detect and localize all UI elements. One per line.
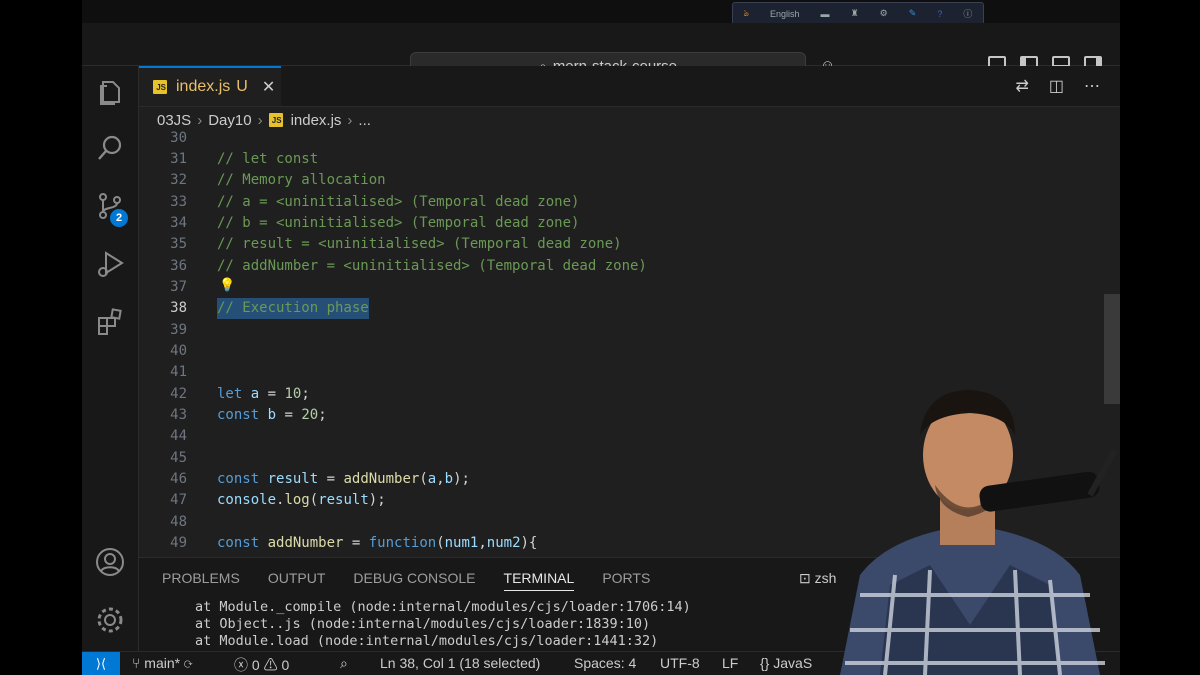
cursor-position[interactable]: Ln 38, Col 1 (18 selected) [380,655,540,671]
breadcrumb: 03JS › Day10 › JS index.js › ... [157,109,371,131]
explorer-icon[interactable] [94,76,126,108]
tab-modified-indicator: U [236,78,248,95]
language-toolbar[interactable]: ঌ English ▬ ♜ ⚙ ✎ ? ⓘ [732,2,984,25]
code-line[interactable]: 41 [139,362,1099,383]
zoom-icon[interactable]: ⌕ [340,655,348,672]
gear-icon[interactable]: ⚙ [880,8,888,19]
code-line[interactable]: 31// let const [139,149,1099,170]
compare-changes-icon[interactable]: ⇄ [1015,76,1028,96]
branch-indicator[interactable]: ⑂ main* ⟳ [132,655,192,671]
end-of-line[interactable]: LF [722,655,738,671]
code-line[interactable]: 39 [139,320,1099,341]
tab-output[interactable]: OUTPUT [268,570,326,591]
panel-tabs: PROBLEMS OUTPUT DEBUG CONSOLE TERMINAL P… [162,570,650,591]
chevron-right-icon: › [197,111,203,129]
code-text: const b = 20; [217,407,327,423]
lightbulb-icon[interactable]: 💡 [219,278,235,293]
terminal-line: at Object..js (node:internal/modules/cjs… [195,616,651,632]
code-line[interactable]: 36// addNumber = <uninitialised> (Tempor… [139,256,1099,277]
code-text: console.log(result); [217,492,386,508]
warning-icon: ⚠ [263,657,282,673]
terminal-line: at Module._compile (node:internal/module… [195,599,691,615]
code-line[interactable]: 30 [139,130,1099,149]
code-line[interactable]: 35// result = <uninitialised> (Temporal … [139,234,1099,255]
chevron-right-icon: › [347,111,353,129]
tab-problems[interactable]: PROBLEMS [162,570,240,591]
app-icon[interactable]: ঌ [744,6,749,21]
code-text: const result = addNumber(a,b); [217,471,470,487]
terminal-line: at Module.load (node:internal/modules/cj… [195,633,659,649]
code-line-current[interactable]: 38// Execution phase [139,298,1099,319]
code-line[interactable]: 34// b = <uninitialised> (Temporal dead … [139,213,1099,234]
error-icon: ⓧ [234,657,252,673]
pen-icon[interactable]: ✎ [909,8,917,19]
tab-label: index.js [176,78,231,95]
tab-terminal[interactable]: TERMINAL [503,570,575,591]
selected-text: // Execution phase [217,298,369,319]
code-line[interactable]: 37 [139,277,1099,298]
presenter-webcam-image [840,390,1118,675]
code-text: const addNumber = function(num1,num2){ [217,535,538,551]
indentation[interactable]: Spaces: 4 [574,655,636,671]
keyboard-icon[interactable]: ▬ [821,9,830,19]
black-border [1120,0,1200,675]
source-control-badge: 2 [110,209,128,227]
breadcrumb-item[interactable]: 03JS [157,112,191,129]
tab-index-js[interactable]: JS index.js U ✕ [139,66,281,106]
code-line[interactable]: 33// a = <uninitialised> (Temporal dead … [139,192,1099,213]
code-text: let a = 10; [217,386,310,402]
top-strip: ঌ English ▬ ♜ ⚙ ✎ ? ⓘ [82,0,1120,25]
js-file-icon: JS [153,80,167,94]
activity-bar: 2 [82,66,139,651]
chevron-right-icon: › [257,111,263,129]
sync-icon: ⟳ [183,655,193,671]
run-debug-icon[interactable] [94,248,126,280]
terminal-icon: ⊡ [799,570,815,586]
breadcrumb-item[interactable]: index.js [291,112,342,129]
branch-icon: ⑂ [132,655,145,671]
tab-ports[interactable]: PORTS [602,570,650,591]
breadcrumb-item[interactable]: Day10 [208,112,251,129]
split-editor-icon[interactable]: ◫ [1049,76,1064,96]
braces-icon: {} [760,655,774,671]
encoding[interactable]: UTF-8 [660,655,700,671]
settings-gear-icon[interactable] [94,604,126,636]
tab-debug-console[interactable]: DEBUG CONSOLE [353,570,475,591]
editor-actions: ⇄ ◫ ⋯ [1015,76,1100,96]
breadcrumb-item[interactable]: ... [358,112,371,129]
code-line[interactable]: 40 [139,341,1099,362]
search-icon[interactable] [94,132,126,164]
more-actions-icon[interactable]: ⋯ [1084,76,1100,96]
language-label[interactable]: English [770,9,800,19]
close-icon[interactable]: ✕ [262,77,275,97]
chess-icon[interactable]: ♜ [851,8,859,19]
remote-icon[interactable]: ⟩⟨ [82,652,120,675]
editor-tab-bar: JS index.js U ✕ ⇄ ◫ ⋯ [139,66,1120,107]
extensions-icon[interactable] [94,306,126,338]
js-file-icon: JS [268,113,283,127]
account-icon[interactable] [94,546,126,578]
code-line[interactable]: 32// Memory allocation [139,170,1099,191]
problems-indicator[interactable]: ⓧ 0 ⚠ 0 [234,655,289,675]
terminal-output[interactable]: at Module._compile (node:internal/module… [195,599,691,650]
language-mode[interactable]: {} JavaS [760,655,812,671]
title-bar: ← → ⌕ mern-stack-course ☺⌄ [82,23,1120,80]
help-icon[interactable]: ? [937,9,942,19]
info-icon[interactable]: ⓘ [963,7,972,20]
